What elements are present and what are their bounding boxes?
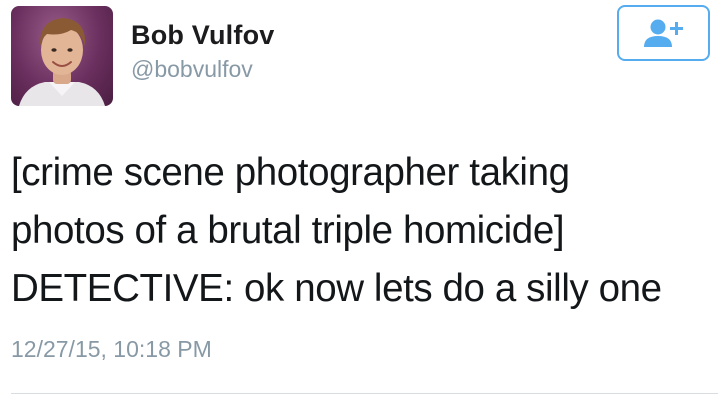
tweet-text: [crime scene photographer taking photos … [11, 144, 711, 318]
follow-button[interactable] [617, 5, 710, 61]
avatar[interactable] [11, 6, 113, 106]
divider [11, 393, 718, 394]
follow-person-plus-icon [643, 19, 683, 47]
tweet-text-line: photos of a brutal triple homicide] [11, 209, 565, 252]
tweet-timestamp[interactable]: 12/27/15, 10:18 PM [11, 336, 212, 363]
tweet-card: Bob Vulfov @bobvulfov [crime scene photo… [0, 0, 718, 415]
tweet-text-line: [crime scene photographer taking [11, 151, 570, 194]
display-name[interactable]: Bob Vulfov [131, 20, 275, 51]
user-handle[interactable]: @bobvulfov [131, 56, 253, 83]
tweet-text-line: DETECTIVE: ok now lets do a silly one [11, 267, 662, 310]
avatar-photo [19, 18, 105, 106]
